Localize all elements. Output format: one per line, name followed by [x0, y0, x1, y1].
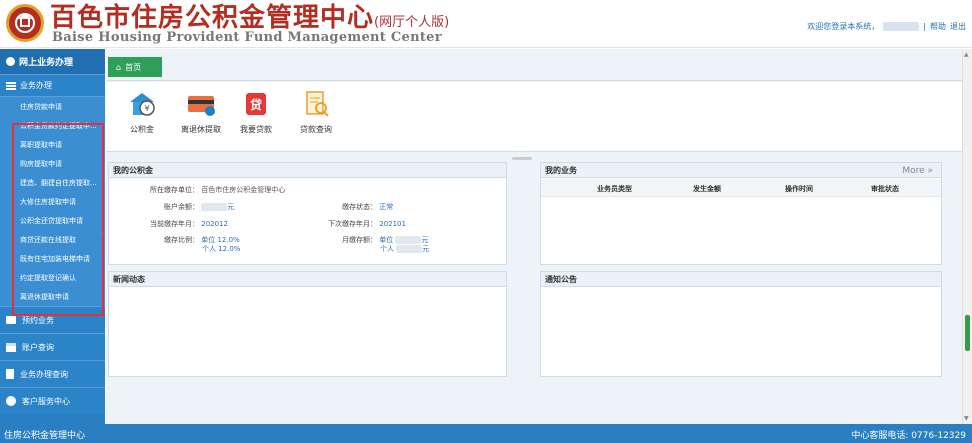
- site-title-en: Baise Housing Provident Fund Management …: [52, 30, 442, 45]
- sidebar-item-loan-agreed-withdraw[interactable]: 公积金贷款约定提取申...: [0, 116, 105, 135]
- calendar-icon: [6, 316, 16, 324]
- quick-loan-query[interactable]: 贷款查询: [300, 90, 332, 135]
- scroll-up-icon[interactable]: ▲: [964, 51, 969, 58]
- panel-news: 新闻动态: [108, 271, 507, 377]
- sidebar-group-account[interactable]: 账户查询: [0, 333, 105, 360]
- wallet-icon: [185, 90, 217, 118]
- sidebar-item-purchase-withdraw[interactable]: 购房提取申请: [0, 154, 105, 173]
- fund-current-month: 当前缴存年月： 202012: [150, 220, 228, 228]
- more-link[interactable]: More »: [902, 164, 933, 179]
- header: 百色市住房公积金管理中心(网厅个人版) Baise Housing Provid…: [0, 0, 972, 48]
- sidebar-group-service[interactable]: 客户服务中心: [0, 387, 105, 414]
- fund-monthly-person: 个人 元: [380, 245, 430, 253]
- fund-next-month: 下次缴存年月： 202101: [328, 220, 406, 228]
- panel-notice: 通知公告: [540, 271, 942, 377]
- sidebar-item-elevator-apply[interactable]: 既有住宅加装电梯申请: [0, 249, 105, 268]
- quick-retire-withdraw[interactable]: 离退休提取: [181, 90, 221, 135]
- sidebar-head[interactable]: 网上业务办理: [0, 49, 105, 75]
- quick-actions: ¥ 公积金 离退休提取 贷 我要贷款 贷款查询: [106, 82, 962, 152]
- home-icon: ⌂: [116, 62, 122, 72]
- scroll-down-icon[interactable]: ▼: [964, 415, 969, 422]
- carousel-indicator[interactable]: [512, 157, 532, 160]
- tab-home[interactable]: ⌂ 首页: [108, 57, 162, 77]
- fund-status: 缴存状态： 正常: [342, 203, 394, 211]
- col-type: 业务员类型: [597, 185, 632, 193]
- panel-title: 新闻动态: [109, 272, 506, 287]
- panel-title: 我的业务 More »: [541, 163, 941, 178]
- footer: 住房公积金管理中心 中心客服电话: 0776-12329: [0, 424, 972, 443]
- footer-org: 住房公积金管理中心: [4, 431, 86, 441]
- home-icon: [6, 57, 15, 66]
- account-icon: [6, 342, 16, 352]
- sidebar-collapse-icon[interactable]: ‹: [100, 230, 104, 240]
- footer-hotline: 中心客服电话: 0776-12329: [851, 431, 966, 441]
- menu-icon: [6, 81, 16, 90]
- fund-balance: 账户余额： 元: [164, 203, 235, 211]
- sidebar-item-housing-loan[interactable]: 住房贷款申请: [0, 97, 105, 116]
- fund-unit: 所在缴存单位： 百色市住房公积金管理中心: [150, 186, 286, 194]
- panel-title: 我的公积金: [109, 163, 506, 178]
- col-status: 审批状态: [871, 185, 899, 193]
- quick-apply-loan[interactable]: 贷 我要贷款: [240, 90, 272, 135]
- sidebar: 网上业务办理 业务办理 住房贷款申请 公积金贷款约定提取申... 离职提取申请 …: [0, 49, 105, 424]
- scroll-thumb[interactable]: [965, 315, 970, 351]
- user-name-redacted: [883, 22, 920, 31]
- col-time: 操作时间: [785, 185, 813, 193]
- svg-text:贷: 贷: [250, 97, 262, 112]
- sidebar-section-business[interactable]: 业务办理: [0, 75, 105, 97]
- business-table-header: 业务员类型 发生金额 操作时间 审批状态: [541, 179, 941, 197]
- vertical-scrollbar[interactable]: ▲ ▼: [962, 49, 972, 424]
- main-content: ⌂ 首页 ¥ 公积金 离退休提取 贷 我要贷款 贷款查询 我的公积金 所在缴存单…: [106, 49, 962, 424]
- welcome-text: 欢迎您登录本系统，: [807, 22, 880, 31]
- sidebar-item-commercial-loan-withdraw[interactable]: 商贷还款在线提取: [0, 230, 105, 249]
- sidebar-item-agreed-confirm[interactable]: 约定提取登记确认: [0, 268, 105, 287]
- quick-fund[interactable]: ¥ 公积金: [126, 90, 158, 135]
- sidebar-item-resign-withdraw[interactable]: 离职提取申请: [0, 135, 105, 154]
- house-coin-icon: ¥: [126, 90, 158, 118]
- panel-my-business: 我的业务 More » 业务员类型 发生金额 操作时间 审批状态: [540, 162, 942, 265]
- tab-bar: ⌂ 首页: [106, 49, 962, 81]
- sidebar-item-retire-withdraw[interactable]: 离退休提取申请: [0, 287, 105, 306]
- help-link[interactable]: 帮助: [930, 21, 946, 32]
- sidebar-group-appointment[interactable]: 预约业务: [0, 306, 105, 333]
- sidebar-item-build-withdraw[interactable]: 建造、翻建自住房提取...: [0, 173, 105, 192]
- panel-title: 通知公告: [541, 272, 941, 287]
- sidebar-item-repay-withdraw[interactable]: 公积金还贷提取申请: [0, 211, 105, 230]
- sidebar-item-repair-withdraw[interactable]: 大修住房提取申请: [0, 192, 105, 211]
- col-amount: 发生金额: [693, 185, 721, 193]
- logout-link[interactable]: 退出: [950, 21, 966, 32]
- fund-ratio-person: 个人 12.0%: [202, 245, 241, 253]
- user-bar: 欢迎您登录本系统， | 帮助 退出: [807, 21, 966, 32]
- loan-icon: 贷: [240, 90, 272, 118]
- svg-text:¥: ¥: [144, 104, 149, 113]
- sidebar-submenu: 住房贷款申请 公积金贷款约定提取申... 离职提取申请 购房提取申请 建造、翻建…: [0, 97, 105, 306]
- logo: [6, 4, 44, 42]
- document-icon: [6, 369, 14, 379]
- document-search-icon: [300, 90, 332, 118]
- site-title-suffix: (网厅个人版): [374, 15, 450, 30]
- clock-icon: [6, 396, 16, 406]
- panel-my-fund: 我的公积金 所在缴存单位： 百色市住房公积金管理中心 账户余额： 元 缴存状态：…: [108, 162, 507, 265]
- sidebar-group-business-query[interactable]: 业务办理查询: [0, 360, 105, 387]
